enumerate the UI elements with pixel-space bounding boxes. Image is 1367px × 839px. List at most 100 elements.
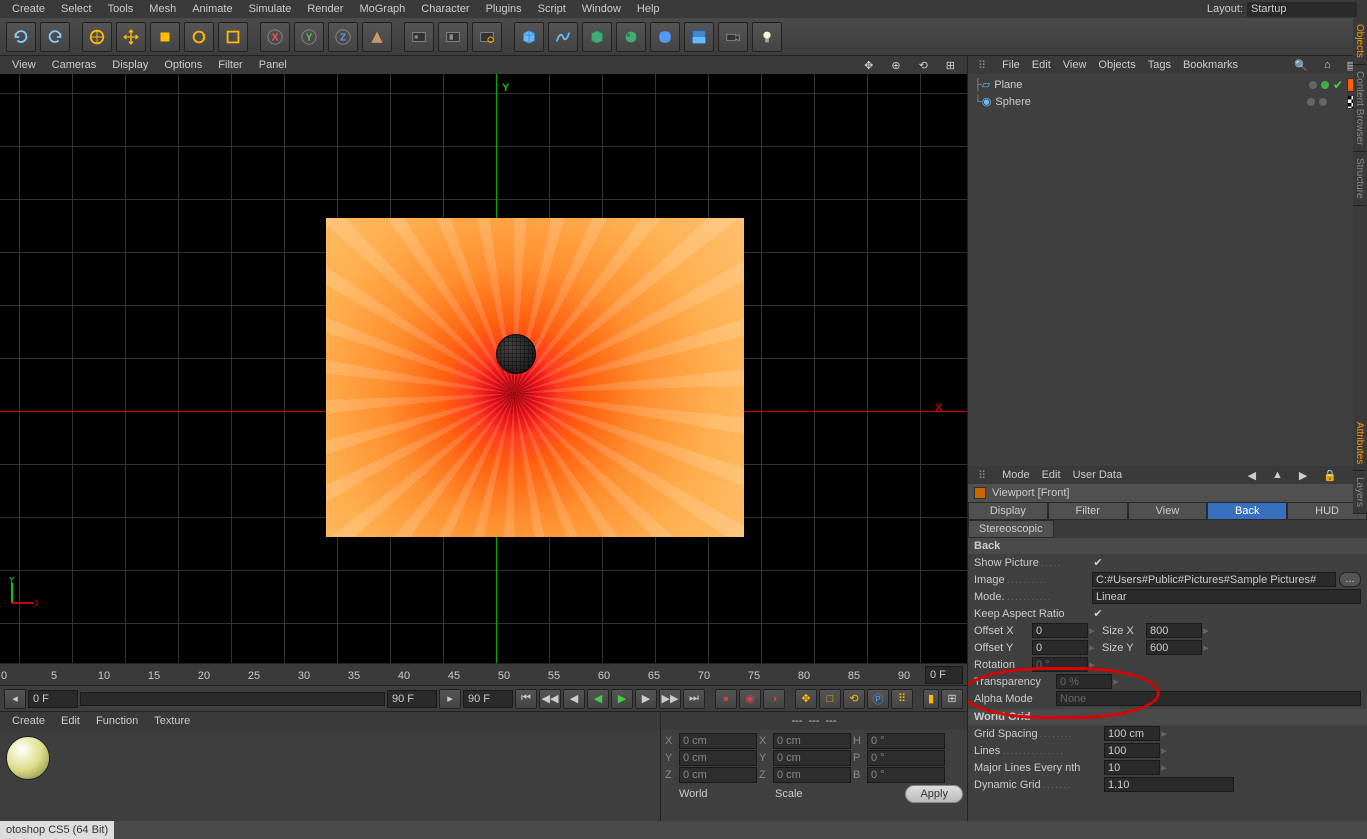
obj-menu-file[interactable]: File xyxy=(996,59,1026,71)
menu-tools[interactable]: Tools xyxy=(100,3,142,15)
z-axis-button[interactable]: Z xyxy=(328,22,358,52)
coord-system-button[interactable] xyxy=(362,22,392,52)
tree-item-plane[interactable]: ├ ▱ Plane ✔ xyxy=(970,76,1365,93)
scale-key-button[interactable]: □ xyxy=(819,689,841,709)
lock-icon[interactable]: 🔒 xyxy=(1317,469,1343,482)
mat-menu-function[interactable]: Function xyxy=(88,715,146,727)
coord-apply-button[interactable]: Apply xyxy=(905,785,963,803)
end-frame-field[interactable]: 90 F xyxy=(463,690,513,708)
mat-menu-edit[interactable]: Edit xyxy=(53,715,88,727)
menu-window[interactable]: Window xyxy=(574,3,629,15)
spline-button[interactable] xyxy=(548,22,578,52)
render-dot[interactable] xyxy=(1321,81,1329,89)
obj-menu-objects[interactable]: Objects xyxy=(1092,59,1141,71)
obj-menu-tags[interactable]: Tags xyxy=(1142,59,1177,71)
param-key-button[interactable]: Ⓟ xyxy=(867,689,889,709)
timeline-handle-right[interactable]: ▸ xyxy=(439,689,461,709)
goto-end-button[interactable]: ⏭ xyxy=(683,689,705,709)
transparency-field[interactable]: 0 % xyxy=(1056,674,1112,689)
rot-key-button[interactable]: ⟲ xyxy=(843,689,865,709)
goto-next-key-button[interactable]: ▶▶ xyxy=(659,689,681,709)
scale-tool[interactable] xyxy=(150,22,180,52)
keep-aspect-checkbox[interactable]: ✔ xyxy=(1092,608,1104,620)
side-tab-structure[interactable]: Structure xyxy=(1353,152,1366,206)
y-axis-button[interactable]: Y xyxy=(294,22,324,52)
vp-menu-display[interactable]: Display xyxy=(104,59,156,71)
alpha-mode-dropdown[interactable]: None xyxy=(1056,691,1361,706)
range-start-field[interactable]: 0 F xyxy=(28,690,78,708)
material-preview[interactable] xyxy=(6,736,50,780)
dynamic-grid-dropdown[interactable]: 1.10 xyxy=(1104,777,1234,792)
grip-icon[interactable]: ⠿ xyxy=(972,469,992,482)
vp-menu-options[interactable]: Options xyxy=(156,59,210,71)
visibility-dot[interactable] xyxy=(1307,98,1315,106)
keyframe-sel-button[interactable]: ◑ xyxy=(763,689,785,709)
tab-view[interactable]: View xyxy=(1128,502,1208,520)
menu-animate[interactable]: Animate xyxy=(184,3,240,15)
render-settings-button[interactable] xyxy=(472,22,502,52)
coord-system-select[interactable]: World xyxy=(679,788,757,800)
timeline-handle-left[interactable]: ◂ xyxy=(4,689,26,709)
light-button[interactable] xyxy=(752,22,782,52)
side-tab-layers[interactable]: Layers xyxy=(1353,471,1366,514)
vp-panels-icon[interactable]: ⊞ xyxy=(938,59,963,72)
nav-fwd-icon[interactable]: ▶ xyxy=(1293,469,1313,482)
grip-icon[interactable]: ⠿ xyxy=(972,59,992,72)
modeling-button[interactable] xyxy=(616,22,646,52)
coord-p-field[interactable]: 0 ° xyxy=(867,750,945,766)
record-button[interactable]: ● xyxy=(715,689,737,709)
move-tool[interactable] xyxy=(116,22,146,52)
image-path-field[interactable]: C:#Users#Public#Pictures#Sample Pictures… xyxy=(1092,572,1336,587)
play-back-button[interactable]: ◀ xyxy=(587,689,609,709)
rotation-field[interactable]: 0 ° xyxy=(1032,657,1088,672)
tab-display[interactable]: Display xyxy=(968,502,1048,520)
coord-x-size-field[interactable]: 0 cm xyxy=(773,733,851,749)
goto-prev-key-button[interactable]: ◀◀ xyxy=(539,689,561,709)
coord-y-pos-field[interactable]: 0 cm xyxy=(679,750,757,766)
goto-start-button[interactable]: ⏮ xyxy=(515,689,537,709)
side-tab-attributes[interactable]: Attributes xyxy=(1353,416,1366,471)
vp-menu-view[interactable]: View xyxy=(4,59,44,71)
menu-character[interactable]: Character xyxy=(413,3,477,15)
side-tab-content-browser[interactable]: Content Browser xyxy=(1353,65,1366,152)
recent-tool[interactable] xyxy=(218,22,248,52)
menu-mesh[interactable]: Mesh xyxy=(141,3,184,15)
side-tab-objects[interactable]: Objects xyxy=(1353,18,1366,65)
prev-frame-button[interactable]: ◀ xyxy=(563,689,585,709)
offset-y-field[interactable]: 0 xyxy=(1032,640,1088,655)
camera-button[interactable] xyxy=(718,22,748,52)
timeline-scrub[interactable] xyxy=(80,692,385,706)
home-icon[interactable]: ⌂ xyxy=(1318,59,1337,72)
vp-rotate-icon[interactable]: ⟲ xyxy=(911,59,936,72)
tab-filter[interactable]: Filter xyxy=(1048,502,1128,520)
size-y-field[interactable]: 600 xyxy=(1146,640,1202,655)
viewport-3d[interactable]: X Y YX xyxy=(0,74,967,663)
coord-y-size-field[interactable]: 0 cm xyxy=(773,750,851,766)
play-forward-button[interactable]: ▶ xyxy=(611,689,633,709)
menu-help[interactable]: Help xyxy=(629,3,668,15)
attr-menu-edit[interactable]: Edit xyxy=(1036,469,1067,481)
search-icon[interactable]: 🔍 xyxy=(1288,59,1314,72)
show-picture-checkbox[interactable]: ✔ xyxy=(1092,557,1104,569)
image-browse-button[interactable]: ... xyxy=(1339,572,1361,587)
tab-back[interactable]: Back xyxy=(1207,502,1287,520)
animation-mode-button[interactable]: ▮ xyxy=(923,689,939,709)
deformer-button[interactable] xyxy=(650,22,680,52)
next-frame-button[interactable]: ▶ xyxy=(635,689,657,709)
menu-create[interactable]: Create xyxy=(4,3,53,15)
attr-menu-userdata[interactable]: User Data xyxy=(1067,469,1129,481)
autokey-button[interactable]: ◉ xyxy=(739,689,761,709)
menu-select[interactable]: Select xyxy=(53,3,100,15)
vp-menu-cameras[interactable]: Cameras xyxy=(44,59,105,71)
tab-stereoscopic[interactable]: Stereoscopic xyxy=(968,520,1054,538)
size-x-field[interactable]: 800 xyxy=(1146,623,1202,638)
attr-menu-mode[interactable]: Mode xyxy=(996,469,1036,481)
menu-plugins[interactable]: Plugins xyxy=(478,3,530,15)
nav-up-icon[interactable]: ▲ xyxy=(1266,469,1289,482)
current-frame-field[interactable]: 0 F xyxy=(925,666,963,684)
environment-button[interactable] xyxy=(684,22,714,52)
render-pv-button[interactable] xyxy=(438,22,468,52)
vp-menu-panel[interactable]: Panel xyxy=(251,59,295,71)
vp-menu-filter[interactable]: Filter xyxy=(210,59,250,71)
x-axis-button[interactable]: X xyxy=(260,22,290,52)
